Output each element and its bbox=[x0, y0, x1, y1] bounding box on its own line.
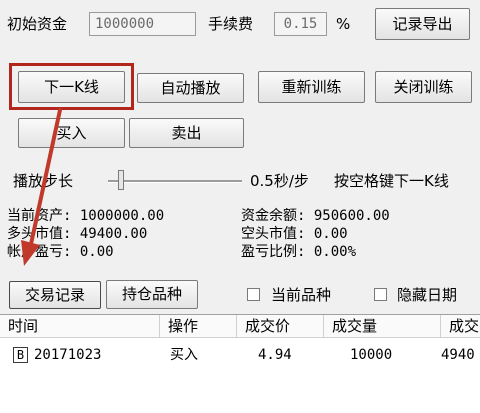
account-pnl: 帐户盈亏: 0.00 bbox=[7, 244, 114, 260]
hide-date-checkbox[interactable] bbox=[374, 288, 387, 301]
current-assets: 当前资产: 1000000.00 bbox=[7, 208, 165, 224]
step-slider-thumb[interactable] bbox=[118, 170, 124, 190]
autoplay-button[interactable]: 自动播放 bbox=[137, 73, 244, 103]
current-symbol-label: 当前品种 bbox=[271, 286, 332, 304]
cash-balance: 资金余额: 950600.00 bbox=[241, 208, 390, 224]
short-market-value: 空头市值: 0.00 bbox=[241, 226, 348, 242]
retrain-button[interactable]: 重新训练 bbox=[258, 71, 365, 103]
long-market-value: 多头市值: 49400.00 bbox=[7, 226, 148, 242]
row-action: 买入 bbox=[170, 347, 198, 363]
step-value: 0.5秒/步 bbox=[250, 172, 309, 190]
row-date: 20171023 bbox=[34, 347, 102, 363]
close-training-button[interactable]: 关闭训练 bbox=[375, 71, 472, 103]
step-label: 播放步长 bbox=[13, 172, 74, 190]
row-price: 4.94 bbox=[258, 347, 292, 363]
step-slider-track[interactable] bbox=[108, 180, 242, 183]
row-amount: 4940 bbox=[441, 347, 475, 363]
table-header-row: 时间 操作 成交价 成交量 成交 bbox=[0, 315, 480, 338]
initial-capital-input[interactable]: 1000000 bbox=[89, 12, 196, 36]
pnl-ratio: 盈亏比例: 0.00% bbox=[241, 244, 357, 260]
export-records-button[interactable]: 记录导出 bbox=[375, 8, 470, 40]
column-header-price[interactable]: 成交价 bbox=[237, 315, 324, 337]
buy-badge: B bbox=[13, 347, 28, 363]
row-volume: 10000 bbox=[350, 347, 393, 363]
initial-capital-label: 初始资金 bbox=[7, 15, 68, 33]
next-k-line-button[interactable]: 下一K线 bbox=[18, 71, 125, 103]
current-symbol-checkbox[interactable] bbox=[247, 288, 260, 301]
column-header-volume[interactable]: 成交量 bbox=[324, 315, 441, 337]
percent-sign: % bbox=[336, 15, 351, 33]
tab-trade-records[interactable]: 交易记录 bbox=[9, 281, 101, 309]
fee-input[interactable]: 0.15 bbox=[274, 12, 327, 36]
tab-positions[interactable]: 持仓品种 bbox=[106, 280, 198, 309]
hide-date-label: 隐藏日期 bbox=[397, 286, 458, 304]
space-key-hint: 按空格键下一K线 bbox=[334, 172, 449, 190]
buy-button[interactable]: 买入 bbox=[18, 118, 125, 148]
column-header-action[interactable]: 操作 bbox=[160, 315, 237, 337]
fee-label: 手续费 bbox=[208, 15, 254, 33]
column-header-amount[interactable]: 成交 bbox=[441, 315, 480, 337]
sell-button[interactable]: 卖出 bbox=[129, 118, 244, 148]
column-header-time[interactable]: 时间 bbox=[0, 315, 160, 337]
